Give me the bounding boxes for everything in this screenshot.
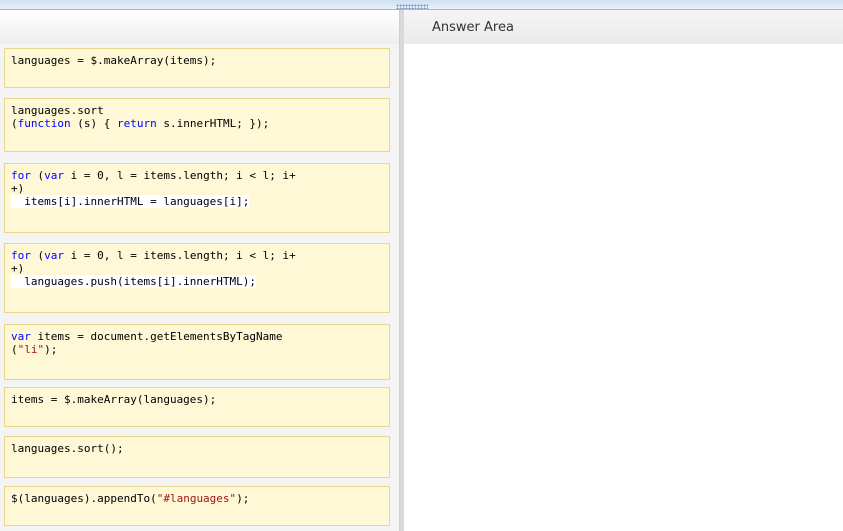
- code-line: languages.sort: [11, 104, 104, 117]
- code-keyword: function: [17, 117, 71, 130]
- window-top-bar: [0, 0, 843, 10]
- code-text: );: [44, 343, 58, 356]
- code-keyword: for: [11, 249, 31, 262]
- code-text: $(languages).appendTo(: [11, 492, 157, 505]
- code-block-for-push-languages[interactable]: for (var i = 0, l = items.length; i < l;…: [4, 243, 390, 313]
- code-block-for-assign-innerhtml[interactable]: for (var i = 0, l = items.length; i < l;…: [4, 163, 390, 233]
- code-keyword: var: [11, 330, 31, 343]
- code-line: languages.sort();: [11, 442, 124, 455]
- answer-area-header: Answer Area: [404, 10, 843, 44]
- code-block-append-to[interactable]: $(languages).appendTo("#languages");: [4, 486, 390, 526]
- answer-area-title: Answer Area: [432, 20, 514, 35]
- answer-area-panel[interactable]: Answer Area: [404, 10, 843, 531]
- code-line: languages.push(items[i].innerHTML);: [11, 275, 257, 288]
- code-text: items = document.getElementsByTagName: [30, 330, 283, 343]
- code-keyword: var: [44, 169, 64, 182]
- code-text: );: [236, 492, 250, 505]
- code-block-make-array-languages[interactable]: items = $.makeArray(languages);: [4, 387, 390, 427]
- code-line: items[i].innerHTML = languages[i];: [11, 195, 250, 208]
- code-line: languages = $.makeArray(items);: [11, 54, 217, 67]
- code-text: s.innerHTML; });: [156, 117, 270, 130]
- splitter-grip-icon[interactable]: [396, 4, 428, 9]
- code-choices-panel: languages = $.makeArray(items); language…: [0, 10, 399, 531]
- code-line: items = $.makeArray(languages);: [11, 393, 217, 406]
- choices-header: [0, 10, 399, 44]
- code-text: (: [30, 169, 45, 182]
- code-text: (: [11, 343, 18, 356]
- code-text: (: [30, 249, 45, 262]
- code-keyword: return: [116, 117, 157, 130]
- code-block-sort-default[interactable]: languages.sort();: [4, 436, 390, 478]
- code-text: (s) {: [70, 117, 117, 130]
- code-line: +): [11, 182, 25, 195]
- code-block-make-array-items[interactable]: languages = $.makeArray(items);: [4, 48, 390, 88]
- code-block-sort-innerhtml[interactable]: languages.sort (function (s) { return s.…: [4, 98, 390, 152]
- code-string: "#languages": [156, 492, 237, 505]
- code-keyword: for: [11, 169, 31, 182]
- code-block-get-elements-by-tag[interactable]: var items = document.getElementsByTagNam…: [4, 324, 390, 380]
- code-keyword: var: [44, 249, 64, 262]
- code-string: "li": [17, 343, 45, 356]
- code-line: +): [11, 262, 25, 275]
- code-text: i = 0, l = items.length; i < l; i+: [64, 249, 296, 262]
- code-text: i = 0, l = items.length; i < l; i+: [64, 169, 296, 182]
